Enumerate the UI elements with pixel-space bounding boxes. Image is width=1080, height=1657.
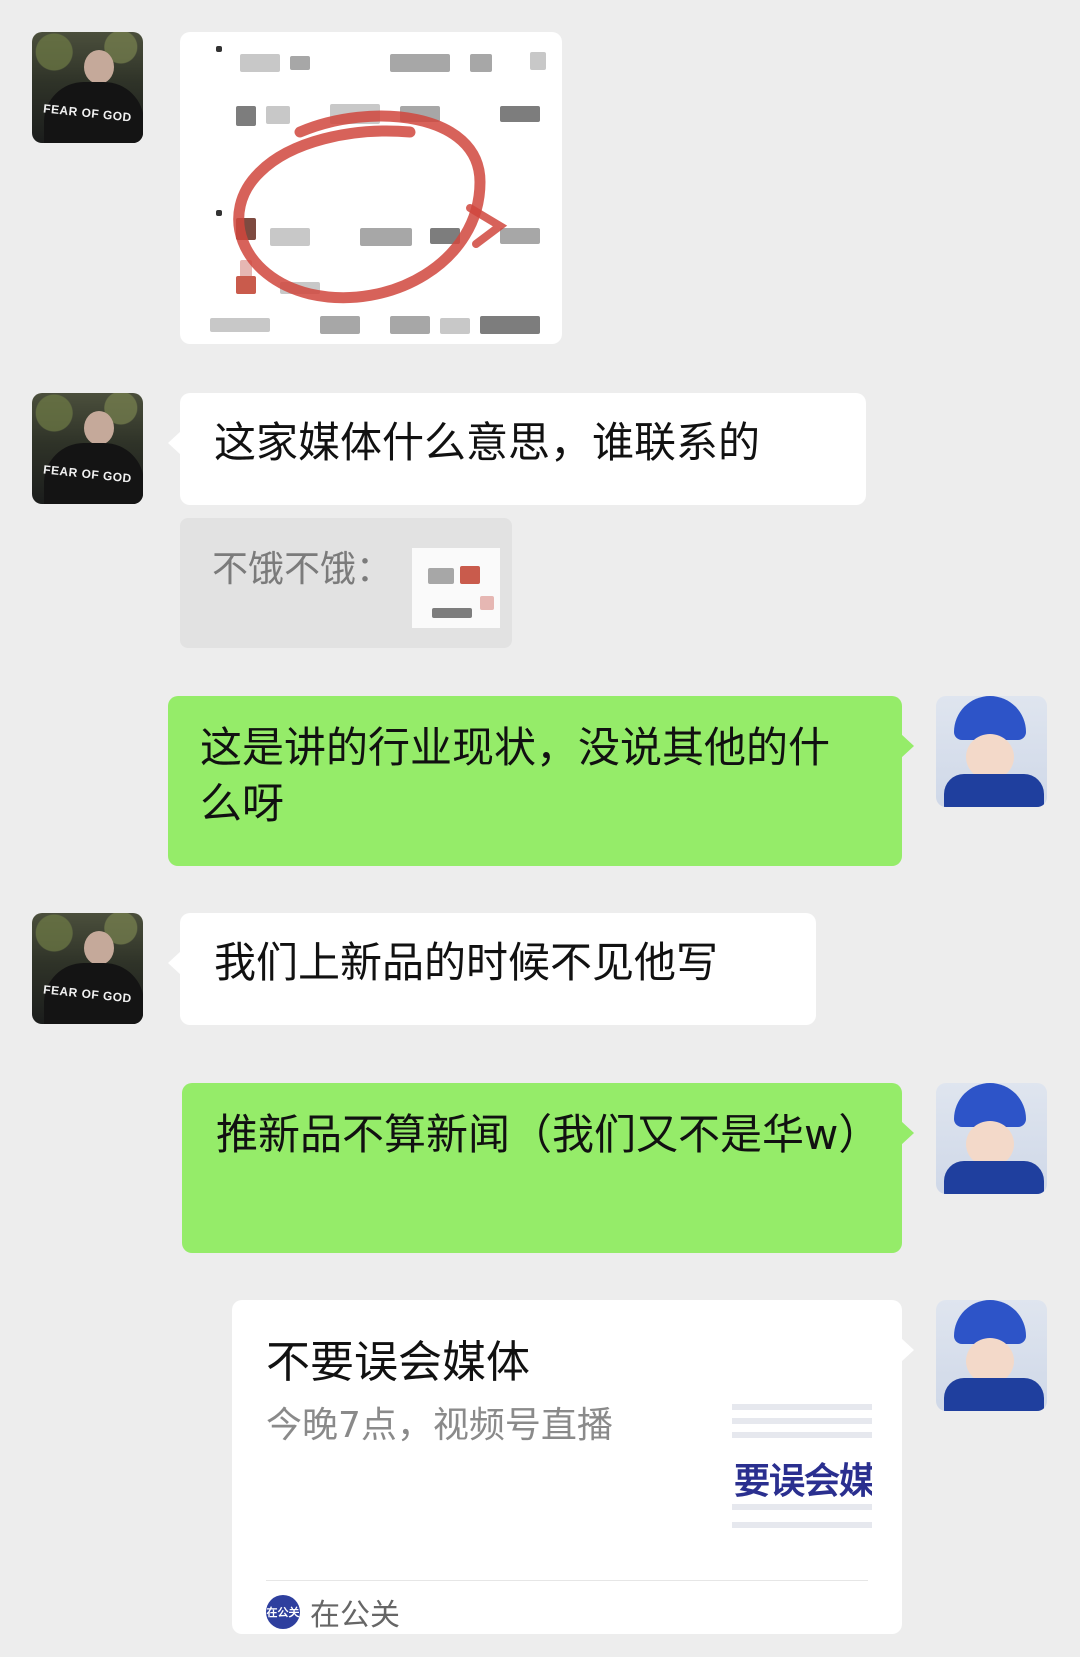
message-text: 推新品不算新闻（我们又不是华w） [216,1110,881,1159]
avatar-other[interactable]: FEAR OF GOD [32,32,143,143]
message-bubble-outgoing[interactable]: 这是讲的行业现状，没说其他的什么呀 [168,696,914,866]
quote-text: 不饿不饿： [212,549,393,590]
quote-thumbnail[interactable] [412,548,500,628]
blur-block [480,596,494,610]
card-subtitle: 今晚7点，视频号直播 [266,1405,613,1446]
thumb-line [732,1404,872,1410]
blur-block [432,608,472,618]
blur-block [460,566,480,584]
card-divider [266,1580,868,1581]
thumb-line [732,1504,872,1510]
card-title: 不要误会媒体 [266,1337,530,1388]
card-source: 在公关 [310,1598,400,1633]
card-footer: 在公关 在公关 [266,1592,400,1633]
card-thumbnail: 要误会媒 [732,1400,872,1540]
quote-block[interactable]: 不饿不饿： [180,518,512,648]
link-card[interactable]: 不要误会媒体 今晚7点，视频号直播 要误会媒 在公关 在公关 [232,1300,914,1634]
message-text: 这是讲的行业现状，没说其他的什么呀 [200,723,831,828]
avatar-self[interactable] [936,696,1047,807]
blur-block [428,568,454,584]
avatar-other[interactable]: FEAR OF GOD [32,393,143,504]
message-bubble-incoming[interactable]: 我们上新品的时候不见他写 [168,913,816,1025]
message-bubble-outgoing[interactable]: 推新品不算新闻（我们又不是华w） [182,1083,914,1253]
source-logo-icon: 在公关 [266,1595,300,1629]
avatar-self[interactable] [936,1083,1047,1194]
avatar-head [84,931,114,965]
bubble-tail [901,1121,914,1145]
avatar-head [84,411,114,445]
avatar-scarf [944,1161,1044,1194]
thumb-line [732,1432,872,1438]
avatar-self[interactable] [936,1300,1047,1411]
message-bubble-incoming[interactable]: 这家媒体什么意思，谁联系的 [168,393,866,505]
image-message[interactable] [180,32,562,344]
thumb-line [732,1418,872,1424]
bubble-tail [901,734,914,758]
message-text: 这家媒体什么意思，谁联系的 [214,418,761,467]
red-circle-annotation [233,110,508,304]
bubble-tail [168,951,181,975]
bubble-tail [168,431,181,455]
avatar-scarf [944,774,1044,807]
thumb-line [732,1522,872,1528]
message-text: 我们上新品的时候不见他写 [214,938,719,987]
bubble-tail [901,1338,914,1362]
thumb-text: 要误会媒 [734,1461,872,1502]
avatar-head [84,50,114,84]
avatar-scarf [944,1378,1044,1411]
avatar-other[interactable]: FEAR OF GOD [32,913,143,1024]
